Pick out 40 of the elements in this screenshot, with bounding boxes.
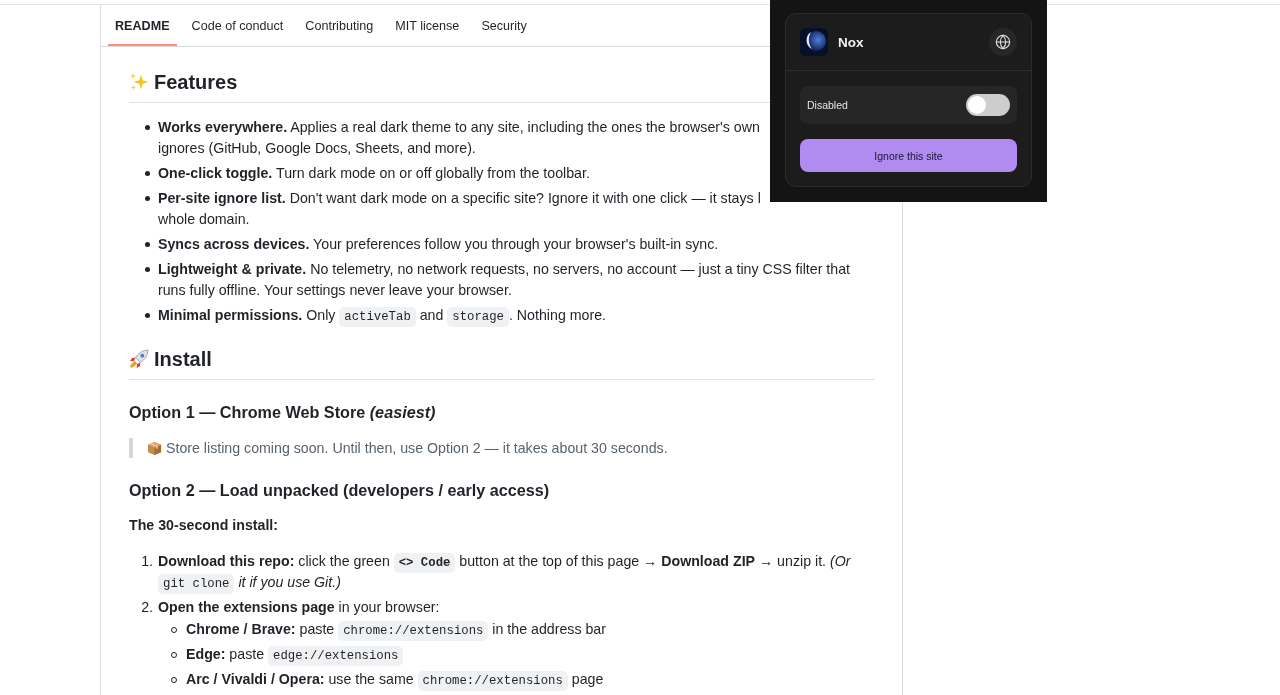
readme-tab[interactable]: README [108,5,177,46]
setting-label: Disabled [807,99,848,111]
section-heading: Features [154,70,238,94]
section-heading: Install [154,347,212,371]
list-item-text: Lightweight & private. No telemetry, no network requests, no servers, no account — just a tiny CSS filter that runs fully offline. Your settings never leave your browser. [158,260,850,300]
list-item-text: Minimal permissions. Only activeTab and storage . Nothing more. [158,305,606,326]
bullet-icon [145,171,150,176]
rocket-icon [129,349,149,369]
list-item-text: Edge: paste edge://extensions [186,644,404,665]
list-number: 1. [141,552,153,571]
note-text: Store listing coming soon. Until then, use Option 2 — it takes about 30 seconds. [166,439,668,458]
list-item-text: One-click toggle. Turn dark mode on or off globally from the toolbar. [158,164,590,183]
globe-icon [995,34,1011,50]
bullet-icon [145,125,150,130]
bullet-icon [145,313,150,318]
list-item-text: Per-site ignore list. Don't want dark mode on a specific site? Ignore it with one click — it stays l whole domain. [158,189,761,229]
readme-tab[interactable]: Code of conduct [184,5,291,46]
subheading: Option 2 — Load unpacked (developers / early access) [129,480,550,501]
bullet-icon [145,267,150,272]
app-logo-icon [800,28,828,56]
step-text: Open the extensions page in your browser: [158,598,440,617]
sparkles-icon [129,72,149,92]
bullet-icon [145,196,150,201]
bullet-icon [145,242,150,247]
list-item-text: Works everywhere. Applies a real dark theme to any site, including the ones the browser's own ignores (GitHub, Google Docs, Sheets, and more). [158,118,760,158]
list-item-text: Chrome / Brave: paste chrome://extensions in the address bar [186,619,606,640]
subheading: Option 1 — Chrome Web Store (easiest) [129,402,436,423]
list-item-text: Syncs across devices. Your preferences follow you through your browser's built-in sync. [158,235,719,254]
readme-tab[interactable]: Security [474,5,534,46]
toggle-switch[interactable] [966,94,1010,116]
globe-button[interactable] [989,28,1017,56]
intro-text: The 30-second install: [129,516,278,535]
package-icon [147,440,162,456]
ignore-site-button[interactable]: Ignore this site [800,139,1017,172]
readme-tab[interactable]: MIT license [388,5,467,46]
step-text: Download this repo: click the green <> Code button at the top of this page → Download ZIP → unzip it. (Or git clone it if you use Git.) [158,551,851,593]
app-name: Nox [838,34,865,50]
list-number: 2. [141,598,153,617]
list-item-text: Arc / Vivaldi / Opera: use the same chrome://extensions page [186,669,604,690]
readme-tab[interactable]: Contributing [298,5,381,46]
